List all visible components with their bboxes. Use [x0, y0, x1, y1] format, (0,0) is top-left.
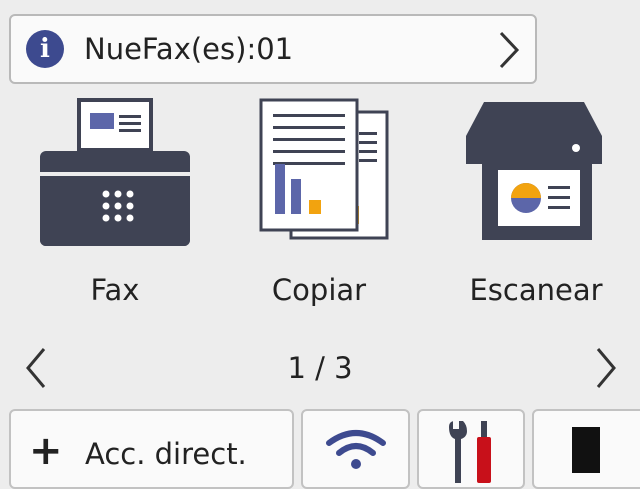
- copy-app-button[interactable]: Copiar: [239, 96, 399, 316]
- page-indicator: 1 / 3: [287, 351, 353, 385]
- wifi-button[interactable]: [301, 409, 410, 489]
- copy-label: Copiar: [271, 273, 367, 307]
- notification-text: NueFax(es):01: [84, 32, 294, 66]
- settings-tools-icon: [449, 421, 491, 483]
- chevron-right-icon: [499, 31, 520, 69]
- wifi-icon: [326, 430, 386, 469]
- info-icon: i: [26, 30, 64, 68]
- scan-label: Escanear: [469, 273, 603, 307]
- toner-button[interactable]: [532, 409, 640, 489]
- copy-documents-icon: [259, 98, 389, 240]
- chevron-right-icon[interactable]: [594, 346, 618, 390]
- scan-app-button[interactable]: Escanear: [456, 96, 616, 316]
- fax-label: Fax: [90, 273, 140, 307]
- plus-icon: +: [29, 428, 63, 474]
- settings-button[interactable]: [417, 409, 525, 489]
- page-navigation: 1 / 3: [0, 340, 640, 400]
- shortcut-label: Acc. direct.: [85, 437, 247, 471]
- notification-bar[interactable]: i NueFax(es):01: [9, 14, 537, 84]
- shortcut-button[interactable]: + Acc. direct.: [9, 409, 294, 489]
- fax-machine-icon: [40, 98, 190, 246]
- toner-icon: [572, 427, 600, 473]
- fax-app-button[interactable]: Fax: [35, 96, 195, 316]
- scanner-icon: [466, 102, 602, 240]
